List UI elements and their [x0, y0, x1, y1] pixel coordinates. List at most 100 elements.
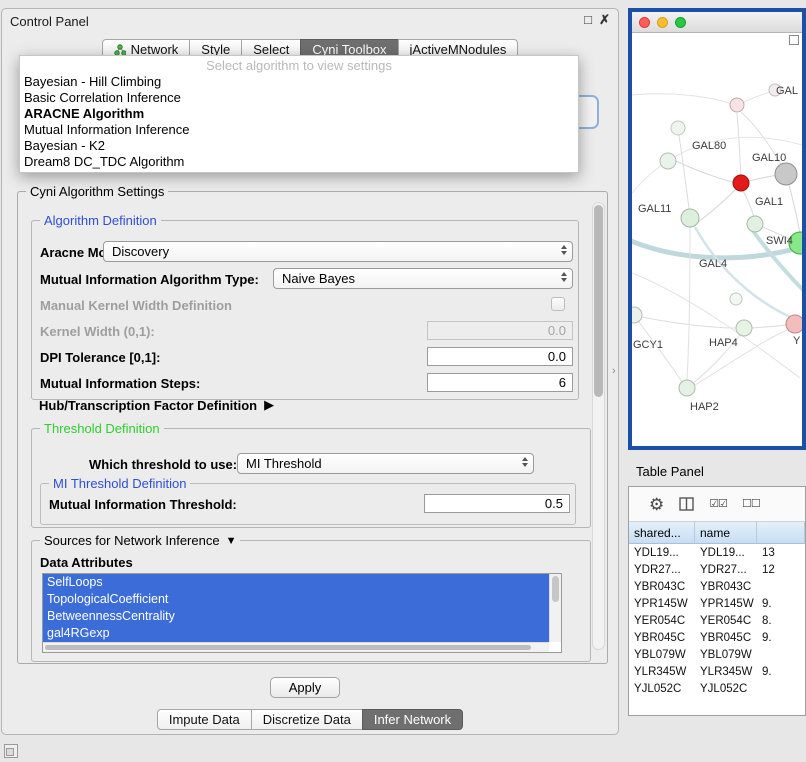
aracne-mode-combobox[interactable]: Discovery — [103, 241, 573, 262]
combo-arrows-icon — [561, 245, 567, 255]
network-canvas[interactable]: GALGAL80GAL10GAL11GAL1SWI4GAL4GCY1HAP4YH… — [632, 33, 802, 446]
column-header-shared-name[interactable]: shared... — [629, 522, 695, 543]
tab-discretize-data[interactable]: Discretize Data — [251, 709, 363, 730]
manual-kernel-checkbox — [551, 297, 565, 311]
attribute-item[interactable]: TopologicalCoefficient — [43, 591, 549, 608]
table-panel: ⚙ ☑☑ ☐☐ shared... name YDL19...YDL19...1… — [628, 486, 806, 716]
attribute-item[interactable]: BetweennessCentrality — [43, 608, 549, 625]
apply-button[interactable]: Apply — [270, 677, 340, 698]
birdseye-view-icon[interactable] — [789, 35, 799, 45]
table-row[interactable]: YJL052CYJL052C — [629, 680, 805, 697]
network-node[interactable] — [671, 121, 685, 135]
network-node[interactable] — [730, 293, 742, 305]
list-horizontal-scrollbar[interactable] — [43, 642, 549, 652]
float-window-icon[interactable]: □ — [584, 13, 592, 27]
mi-type-combobox[interactable]: Naive Bayes — [273, 268, 573, 289]
zoom-traffic-light-icon[interactable] — [675, 17, 686, 28]
threshold-definition-group: Threshold Definition Which threshold to … — [31, 428, 591, 528]
algorithm-option[interactable]: Basic Correlation Inference — [20, 90, 578, 106]
attribute-item[interactable]: SelfLoops — [43, 574, 549, 591]
algorithm-option[interactable]: Mutual Information Inference — [20, 122, 578, 138]
network-node[interactable] — [681, 209, 699, 227]
network-view-window: GALGAL80GAL10GAL11GAL1SWI4GAL4GCY1HAP4YH… — [628, 8, 806, 450]
network-node[interactable] — [775, 163, 797, 185]
table-cell: 8. — [757, 615, 805, 627]
table-cell: YBR043C — [695, 581, 757, 593]
dpi-tolerance-label: DPI Tolerance [0,1]: — [40, 350, 160, 365]
collapse-right-icon[interactable]: ▶ — [264, 397, 274, 413]
settings-scrollbar[interactable] — [592, 202, 605, 650]
network-node[interactable] — [747, 216, 763, 232]
close-icon[interactable]: ✗ — [599, 13, 610, 27]
data-attributes-label: Data Attributes — [40, 555, 133, 570]
table-row[interactable]: YBL079WYBL079W — [629, 646, 805, 663]
table-cell: YBL079W — [695, 649, 757, 661]
attribute-item[interactable]: gal4RGexp — [43, 625, 549, 642]
splitter-collapse-icon[interactable]: › — [612, 365, 616, 377]
columns-icon[interactable] — [679, 497, 694, 511]
close-traffic-light-icon[interactable] — [639, 17, 650, 28]
scrollbar-thumb[interactable] — [45, 645, 531, 650]
combo-arrows-icon — [522, 457, 528, 467]
manual-kernel-label: Manual Kernel Width Definition — [40, 298, 232, 313]
network-edge — [632, 94, 732, 104]
algorithm-definition-title: Algorithm Definition — [40, 213, 161, 228]
control-panel: Control Panel □ ✗ Network Style Select C… — [1, 8, 619, 735]
table-row[interactable]: YER054CYER054C8. — [629, 612, 805, 629]
expand-down-icon[interactable]: ▼ — [226, 535, 237, 547]
restore-panel-icon[interactable] — [4, 744, 18, 758]
minimize-traffic-light-icon[interactable] — [657, 17, 668, 28]
scrollbar-thumb[interactable] — [552, 576, 559, 602]
deselect-all-icon[interactable]: ☐☐ — [742, 497, 760, 512]
table-row[interactable]: YDL19...YDL19...13 — [629, 544, 805, 561]
table-cell: 13 — [757, 547, 805, 559]
network-node[interactable] — [733, 175, 749, 191]
algorithm-option-selected[interactable]: ARACNE Algorithm — [20, 106, 578, 122]
network-node[interactable] — [730, 98, 744, 112]
sources-group-title-row[interactable]: Sources for Network Inference ▼ — [40, 533, 240, 548]
algorithm-option[interactable]: Bayesian - Hill Climbing — [20, 74, 578, 90]
network-window-titlebar — [632, 12, 802, 33]
table-row[interactable]: YDR27...YDR27...12 — [629, 561, 805, 578]
column-header-name[interactable]: name — [695, 522, 757, 543]
table-row[interactable]: YLR345WYLR345W9. — [629, 663, 805, 680]
algorithm-option[interactable]: Dream8 DC_TDC Algorithm — [20, 154, 578, 170]
table-cell: YPR145W — [695, 598, 757, 610]
table-row[interactable]: YBR045CYBR045C9. — [629, 629, 805, 646]
table-header: shared... name — [629, 522, 805, 544]
network-node[interactable] — [679, 380, 695, 396]
tab-infer-network[interactable]: Infer Network — [362, 709, 463, 730]
gear-icon[interactable]: ⚙ — [649, 497, 664, 512]
select-all-icon[interactable]: ☑☑ — [709, 497, 727, 512]
table-cell: 9. — [757, 632, 805, 644]
table-row[interactable]: YBR043CYBR043C — [629, 578, 805, 595]
which-threshold-combobox[interactable]: MI Threshold — [237, 453, 534, 474]
network-node[interactable] — [786, 315, 802, 333]
table-cell: YBR043C — [629, 581, 695, 593]
table-cell: YPR145W — [629, 598, 695, 610]
scrollbar-thumb[interactable] — [594, 205, 603, 397]
table-cell: YER054C — [629, 615, 695, 627]
network-icon — [114, 44, 126, 56]
list-vertical-scrollbar[interactable] — [549, 574, 561, 642]
node-label: GAL4 — [699, 258, 727, 270]
network-node[interactable] — [632, 307, 642, 323]
tab-impute-data[interactable]: Impute Data — [157, 709, 252, 730]
mi-threshold-field[interactable]: 0.5 — [424, 494, 570, 513]
algorithm-option[interactable]: Bayesian - K2 — [20, 138, 578, 154]
table-row[interactable]: YPR145WYPR145W9. — [629, 595, 805, 612]
network-node[interactable] — [660, 153, 676, 169]
screen: Control Panel □ ✗ Network Style Select C… — [0, 0, 806, 762]
hub-factor-section[interactable]: Hub/Transcription Factor Definition ▶ — [39, 397, 274, 413]
network-edge — [687, 227, 690, 380]
mi-steps-field[interactable]: 6 — [427, 373, 573, 392]
column-header-extra[interactable] — [757, 522, 805, 543]
network-edge — [743, 191, 754, 217]
table-cell: YBR045C — [629, 632, 695, 644]
algorithm-placeholder: Select algorithm to view settings — [20, 57, 578, 74]
dpi-tolerance-field[interactable]: 0.0 — [427, 347, 573, 366]
network-node[interactable] — [736, 320, 752, 336]
node-label: GAL80 — [692, 140, 726, 152]
hub-factor-label: Hub/Transcription Factor Definition — [39, 398, 257, 413]
node-label: HAP2 — [690, 401, 719, 413]
